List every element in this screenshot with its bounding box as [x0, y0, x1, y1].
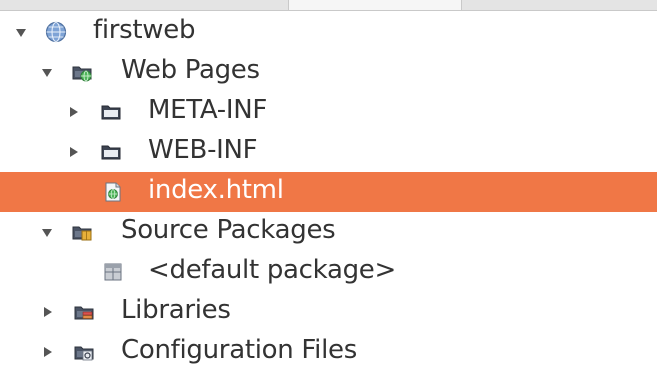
collapsed-arrow-icon[interactable]: [44, 307, 52, 317]
tree-item-configuration-files[interactable]: Configuration Files: [0, 332, 657, 372]
tree-item-label: <default package>: [148, 255, 396, 285]
folder-icon: [101, 145, 121, 160]
libraries-folder-icon: [74, 306, 94, 320]
folder-icon: [101, 105, 121, 120]
expanded-arrow-icon[interactable]: [16, 29, 26, 37]
tree-item-meta-inf[interactable]: META-INF: [0, 92, 657, 132]
globe-icon: [45, 21, 67, 43]
collapsed-arrow-icon[interactable]: [44, 347, 52, 357]
tree-item-firstweb[interactable]: firstweb: [0, 12, 657, 52]
tree-item-label: META-INF: [148, 95, 267, 125]
tree-item-index-html[interactable]: index.html: [0, 172, 657, 212]
project-tree: firstweb Web Pages META-INF WEB-INF inde…: [0, 12, 657, 372]
collapsed-arrow-icon[interactable]: [70, 107, 78, 117]
tree-item-label: Source Packages: [121, 215, 336, 245]
expanded-arrow-icon[interactable]: [42, 69, 52, 77]
expanded-arrow-icon[interactable]: [42, 229, 52, 237]
tab-strip: [0, 0, 657, 11]
tree-item-libraries[interactable]: Libraries: [0, 292, 657, 332]
tree-item-default-package[interactable]: <default package>: [0, 252, 657, 292]
tree-item-web-inf[interactable]: WEB-INF: [0, 132, 657, 172]
collapsed-arrow-icon[interactable]: [70, 147, 78, 157]
tree-item-label: Configuration Files: [121, 335, 357, 365]
tab-files[interactable]: [0, 0, 289, 10]
web-pages-folder-icon: [72, 66, 92, 82]
source-packages-folder-icon: [72, 226, 92, 241]
html-file-icon: [105, 182, 121, 202]
configuration-folder-icon: [74, 346, 94, 361]
tab-projects[interactable]: [288, 0, 462, 10]
tree-item-label: firstweb: [93, 15, 196, 45]
tree-item-label: Web Pages: [121, 55, 260, 85]
tree-item-source-packages[interactable]: Source Packages: [0, 212, 657, 252]
tree-item-label: Libraries: [121, 295, 231, 325]
tree-item-web-pages[interactable]: Web Pages: [0, 52, 657, 92]
tree-item-label: index.html: [148, 175, 284, 205]
tree-item-label: WEB-INF: [148, 135, 258, 165]
package-icon: [104, 263, 122, 281]
tab-services[interactable]: [462, 0, 657, 10]
